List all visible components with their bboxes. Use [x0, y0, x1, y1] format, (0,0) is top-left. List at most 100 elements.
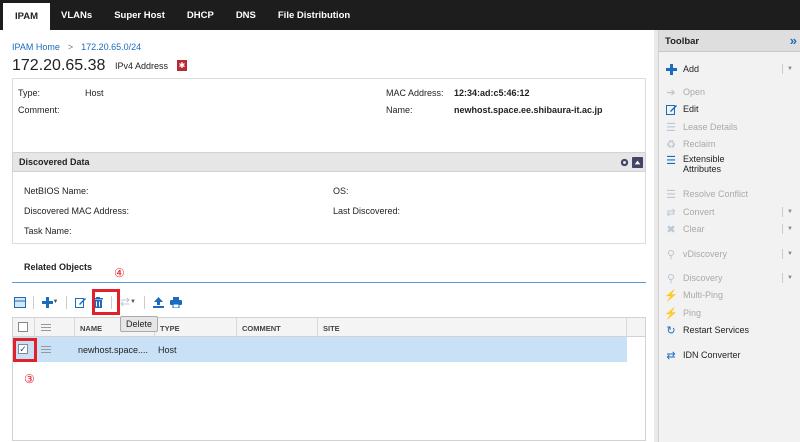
- related-objects-divider: [12, 282, 646, 283]
- row-type: Host: [158, 345, 177, 355]
- plus-icon: [41, 296, 53, 308]
- recycle-icon: ♻: [666, 138, 676, 151]
- collapse-sidebar-icon[interactable]: »: [790, 33, 797, 48]
- toolbar-reclaim[interactable]: ♻ Reclaim: [665, 136, 795, 152]
- task-name-label: Task Name:: [24, 226, 72, 236]
- menu-icon[interactable]: [41, 324, 51, 331]
- toolbar-clear-label: Clear: [683, 224, 705, 234]
- arrow-right-icon: ➔: [666, 86, 676, 99]
- step-4-marker: ④: [114, 266, 125, 280]
- address-type-label: IPv4 Address: [115, 61, 169, 71]
- edit-icon: [665, 103, 677, 115]
- name-value: newhost.space.ee.shibaura-it.ac.jp: [454, 105, 603, 115]
- gear-icon[interactable]: [619, 157, 630, 168]
- toolbar-open-label: Open: [683, 87, 706, 97]
- column-site[interactable]: SITE: [318, 318, 627, 337]
- toolbar-restart-services-label: Restart Services: [683, 325, 750, 335]
- swap-icon: ⇄: [666, 206, 676, 219]
- tab-dns[interactable]: DNS: [225, 0, 267, 30]
- breadcrumb-home-link[interactable]: IPAM Home: [12, 42, 60, 52]
- tab-vlans[interactable]: VLANs: [50, 0, 103, 30]
- plus-icon: [665, 63, 677, 75]
- page-title: 172.20.65.38: [12, 57, 106, 74]
- search-icon: ⚲: [666, 272, 676, 285]
- toolbar-discovery[interactable]: ⚲ Discovery ▼: [665, 270, 795, 286]
- close-icon: ✖: [666, 223, 676, 236]
- last-discovered-label: Last Discovered:: [333, 206, 401, 216]
- netbios-label: NetBIOS Name:: [24, 186, 89, 196]
- tab-dhcp[interactable]: DHCP: [176, 0, 225, 30]
- row-name[interactable]: newhost.space....: [78, 345, 148, 355]
- toolbar-edit[interactable]: Edit: [665, 101, 795, 117]
- delete-highlight-box: [92, 289, 120, 315]
- toolbar-open[interactable]: ➔ Open: [665, 84, 795, 100]
- chevron-down-icon[interactable]: ▼: [782, 224, 793, 234]
- toolbar-lease-details-label: Lease Details: [683, 122, 738, 132]
- toolbar-lease-details[interactable]: ☰ Lease Details: [665, 119, 795, 135]
- toolbar-ping-label: Ping: [683, 308, 702, 318]
- edit-icon: [74, 297, 86, 308]
- convert-button[interactable]: ⇄ ▼: [117, 294, 139, 310]
- breadcrumb: IPAM Home > 172.20.65.0/24: [12, 42, 141, 52]
- print-icon: [170, 296, 182, 308]
- step-3-marker: ③: [24, 372, 35, 386]
- type-value: Host: [85, 88, 104, 98]
- breadcrumb-network-link[interactable]: 172.20.65.0/24: [81, 42, 141, 52]
- toolbar-ping[interactable]: ⚡ Ping: [664, 305, 795, 321]
- table-header: NAME TYPE COMMENT SITE: [13, 318, 645, 337]
- list-icon: ☰: [666, 154, 676, 167]
- table-row[interactable]: ✓ newhost.space.... Host: [13, 337, 627, 362]
- column-comment[interactable]: COMMENT: [237, 318, 318, 337]
- print-button[interactable]: [168, 294, 184, 310]
- type-label: Type:: [18, 88, 41, 98]
- toolbar-extensible-attributes[interactable]: ☰ Extensible Attributes: [665, 154, 795, 178]
- tab-super-host[interactable]: Super Host: [103, 0, 176, 30]
- toolbar-idn-converter[interactable]: ⇄ IDN Converter: [665, 347, 795, 363]
- chevron-down-icon[interactable]: ▼: [782, 273, 793, 283]
- chevron-down-icon[interactable]: ▼: [782, 249, 793, 259]
- export-button[interactable]: [150, 294, 166, 310]
- related-objects-title: Related Objects: [24, 262, 93, 272]
- row-menu-icon[interactable]: [41, 346, 51, 353]
- list-icon: ☰: [666, 188, 676, 201]
- related-objects-table: NAME TYPE COMMENT SITE ✓ newhost.space..…: [12, 317, 646, 441]
- toolbar-vdiscovery[interactable]: ⚲ vDiscovery ▼: [665, 246, 795, 262]
- toolbar-convert-label: Convert: [683, 207, 715, 217]
- toolbar-clear[interactable]: ✖ Clear ▼: [665, 221, 795, 237]
- toolbar-extensible-attributes-label: Extensible Attributes: [683, 154, 725, 174]
- toolbar-multi-ping[interactable]: ⚡ Multi-Ping: [664, 287, 795, 303]
- add-button[interactable]: ▼: [39, 294, 61, 310]
- swap-icon: ⇄: [666, 349, 676, 362]
- discovered-data-panel: NetBIOS Name: OS: Discovered MAC Address…: [12, 172, 646, 244]
- toolbar-add[interactable]: Add ▼: [665, 61, 795, 77]
- discovered-mac-label: Discovered MAC Address:: [24, 206, 130, 216]
- toolbar-title: Toolbar: [665, 36, 700, 47]
- tab-file-distribution[interactable]: File Distribution: [267, 0, 361, 30]
- chevron-down-icon[interactable]: ▼: [782, 207, 793, 217]
- grid-view-icon[interactable]: [12, 294, 28, 310]
- toolbar-resolve-conflict[interactable]: ☰ Resolve Conflict: [665, 186, 795, 202]
- bookmark-icon[interactable]: ✱: [177, 60, 187, 71]
- toolbar-separator: [33, 295, 34, 309]
- extensible-label-line1: Extensible: [683, 154, 725, 164]
- toolbar-convert[interactable]: ⇄ Convert ▼: [665, 204, 795, 220]
- extensible-label-line2: Attributes: [683, 164, 722, 174]
- select-all-column: [13, 318, 35, 337]
- checkbox-highlight-box: [13, 338, 37, 362]
- toolbar-separator: [144, 295, 145, 309]
- column-type[interactable]: TYPE: [155, 318, 237, 337]
- toolbar-resolve-conflict-label: Resolve Conflict: [683, 189, 749, 199]
- edit-button[interactable]: [72, 294, 88, 310]
- tab-ipam[interactable]: IPAM: [3, 3, 51, 30]
- main-panel: IPAM Home > 172.20.65.0/24 172.20.65.38 …: [0, 30, 654, 442]
- ping-icon: ⚡: [664, 289, 678, 302]
- list-icon: ☰: [666, 121, 676, 134]
- collapse-icon[interactable]: [632, 157, 643, 168]
- toolbar-edit-label: Edit: [683, 104, 699, 114]
- toolbar-restart-services[interactable]: ↻ Restart Services: [665, 322, 795, 338]
- refresh-icon: ↻: [666, 324, 676, 337]
- toolbar-sidebar: Toolbar » Add ▼ ➔ Open Edit ☰ Lease Deta…: [658, 30, 800, 442]
- chevron-down-icon[interactable]: ▼: [782, 64, 793, 74]
- toolbar-add-label: Add: [683, 64, 700, 74]
- select-all-checkbox[interactable]: [18, 322, 28, 332]
